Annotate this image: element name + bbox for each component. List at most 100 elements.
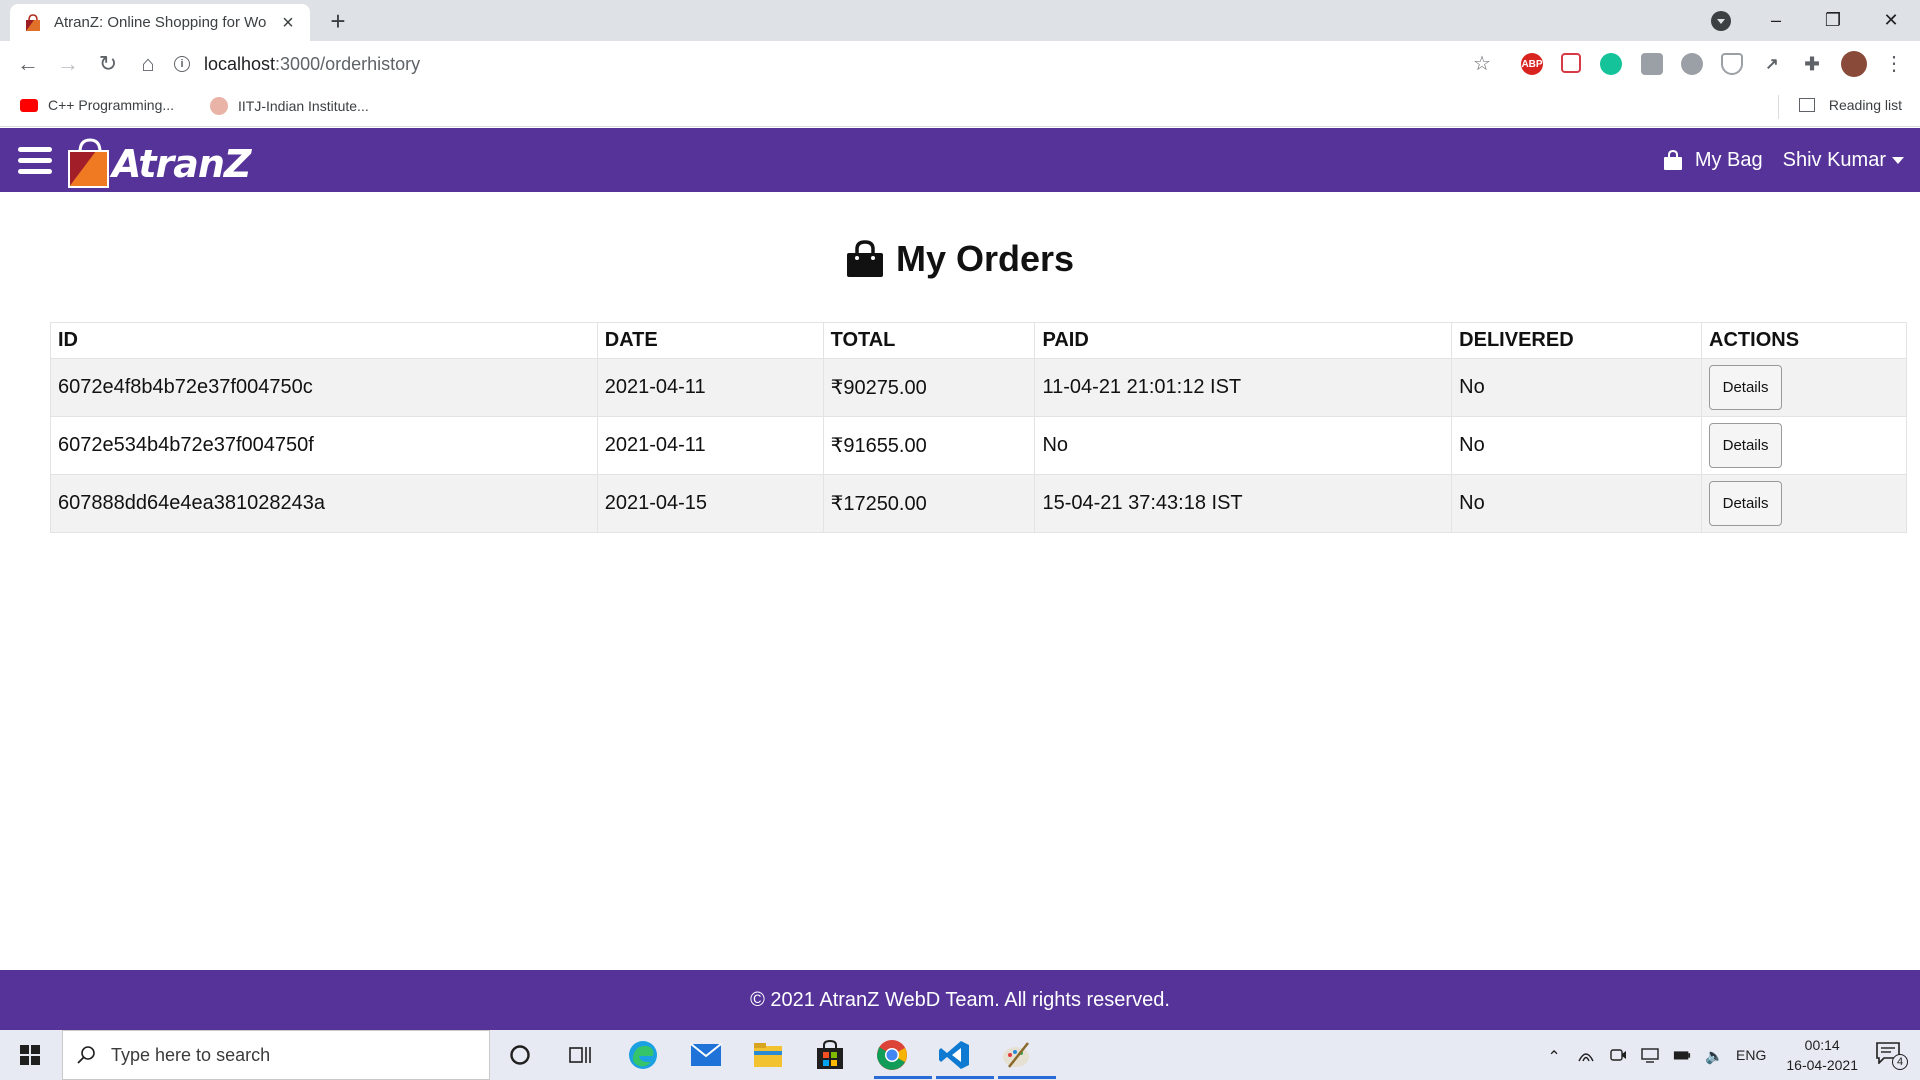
table-header-row: ID DATE TOTAL PAID DELIVERED ACTIONS bbox=[50, 322, 1907, 359]
mail-icon[interactable] bbox=[684, 1036, 728, 1074]
network-icon[interactable] bbox=[1577, 1047, 1595, 1063]
details-button[interactable]: Details bbox=[1709, 365, 1783, 410]
extension-photo-icon[interactable] bbox=[1641, 53, 1663, 75]
tab-title: AtranZ: Online Shopping for Wo bbox=[54, 14, 267, 31]
search-placeholder: Type here to search bbox=[111, 1044, 271, 1065]
iitj-logo-icon bbox=[210, 97, 228, 115]
browser-toolbar: ← → ↻ ⌂ i localhost:3000/orderhistory ☆ … bbox=[0, 41, 1920, 87]
reading-list-label: Reading list bbox=[1828, 97, 1902, 113]
edge-browser-icon[interactable] bbox=[621, 1036, 665, 1074]
extension-cloud-icon[interactable] bbox=[1681, 53, 1703, 75]
system-tray: ⌃ 🔈 ENG 00:14 16-04-2021 4 bbox=[1538, 1030, 1920, 1080]
table-row: 6072e4f8b4b72e37f004750c 2021-04-11 ₹902… bbox=[50, 358, 1907, 417]
bookmark-label: IITJ-Indian Institute... bbox=[238, 98, 369, 114]
home-icon[interactable]: ⌂ bbox=[134, 50, 162, 78]
cortana-icon[interactable] bbox=[498, 1036, 542, 1074]
tab-close-icon[interactable]: × bbox=[278, 13, 298, 33]
youtube-icon bbox=[20, 98, 38, 112]
pocket-icon[interactable] bbox=[1561, 53, 1581, 73]
atranz-favicon-icon bbox=[26, 13, 40, 31]
table-row: 6072e534b4b72e37f004750f 2021-04-11 ₹916… bbox=[50, 416, 1907, 475]
taskbar-search-box[interactable]: Type here to search bbox=[62, 1030, 490, 1080]
volume-icon[interactable]: 🔈 bbox=[1705, 1047, 1724, 1065]
browser-tab-strip: AtranZ: Online Shopping for Wo × + – ❐ ✕ bbox=[0, 0, 1920, 41]
column-header-paid: PAID bbox=[1034, 322, 1453, 359]
shopping-bag-heading-icon bbox=[846, 240, 883, 277]
url-text: localhost:3000/orderhistory bbox=[204, 54, 420, 75]
my-bag-label: My Bag bbox=[1694, 148, 1763, 171]
file-explorer-icon[interactable] bbox=[746, 1036, 790, 1074]
site-header: AtranZ My Bag Shiv Kumar bbox=[0, 128, 1920, 192]
adblock-plus-label: ABP bbox=[1521, 58, 1543, 70]
meet-now-icon[interactable] bbox=[1609, 1047, 1627, 1063]
order-paid: 11-04-21 21:01:12 IST bbox=[1034, 358, 1453, 417]
vscode-icon[interactable] bbox=[932, 1036, 994, 1079]
battery-icon[interactable] bbox=[1673, 1047, 1691, 1063]
language-indicator[interactable]: ENG bbox=[1736, 1047, 1766, 1063]
bookmarks-separator bbox=[1778, 95, 1779, 119]
grammarly-icon[interactable] bbox=[1600, 53, 1622, 75]
column-header-id: ID bbox=[50, 322, 598, 359]
site-info-icon[interactable]: i bbox=[174, 56, 190, 72]
page-heading: My Orders bbox=[0, 238, 1920, 280]
bookmarks-bar: C++ Programming... IITJ-Indian Institute… bbox=[0, 87, 1920, 127]
my-bag-link[interactable]: My Bag bbox=[1663, 149, 1763, 172]
address-bar[interactable]: i localhost:3000/orderhistory bbox=[174, 48, 1474, 80]
browser-menu-icon[interactable]: ⋮ bbox=[1880, 50, 1908, 78]
windows-start-icon[interactable] bbox=[8, 1040, 52, 1070]
show-hidden-icons-chevron-icon[interactable]: ⌃ bbox=[1545, 1047, 1563, 1066]
user-menu-dropdown[interactable]: Shiv Kumar bbox=[1783, 149, 1904, 172]
url-path: :3000/orderhistory bbox=[275, 53, 421, 74]
order-total: ₹17250.00 bbox=[822, 474, 1036, 533]
browser-tab-atranz[interactable]: AtranZ: Online Shopping for Wo × bbox=[10, 4, 310, 41]
forward-icon[interactable]: → bbox=[54, 50, 82, 78]
new-tab-icon[interactable]: + bbox=[324, 8, 352, 36]
url-host: localhost bbox=[204, 53, 276, 74]
details-button[interactable]: Details bbox=[1709, 481, 1783, 526]
restore-icon[interactable]: ❐ bbox=[1813, 6, 1853, 34]
shopping-bag-icon bbox=[1663, 150, 1682, 170]
extension-shield-icon[interactable] bbox=[1721, 53, 1743, 75]
display-icon[interactable] bbox=[1641, 1047, 1659, 1063]
microsoft-store-icon[interactable] bbox=[808, 1036, 852, 1074]
bookmark-star-icon[interactable]: ☆ bbox=[1468, 50, 1496, 78]
windows-taskbar: Type here to search ⌃ 🔈 ENG 00:14 16-04-… bbox=[0, 1030, 1920, 1080]
minimize-icon[interactable]: – bbox=[1756, 6, 1796, 34]
shopping-bag-logo-icon bbox=[68, 138, 109, 188]
adblock-plus-icon[interactable]: ABP bbox=[1521, 53, 1543, 75]
close-window-icon[interactable]: ✕ bbox=[1871, 6, 1911, 34]
clock-date: 16-04-2021 bbox=[1786, 1057, 1858, 1073]
order-actions: Details bbox=[1701, 474, 1907, 533]
clock-time: 00:14 bbox=[1804, 1037, 1840, 1053]
footer-copyright: © 2021 AtranZ WebD Team. All rights rese… bbox=[750, 988, 1170, 1011]
paint-app-icon[interactable] bbox=[994, 1036, 1056, 1079]
order-date: 2021-04-15 bbox=[596, 474, 824, 533]
notification-center-icon[interactable]: 4 bbox=[1876, 1042, 1908, 1070]
chrome-taskbar-icon[interactable] bbox=[870, 1036, 932, 1079]
search-icon bbox=[77, 1046, 95, 1064]
reload-icon[interactable]: ↻ bbox=[94, 50, 122, 78]
order-delivered: No bbox=[1451, 358, 1703, 417]
profile-avatar[interactable] bbox=[1841, 51, 1867, 77]
extensions-puzzle-icon[interactable]: ✚ bbox=[1801, 53, 1823, 75]
site-footer: © 2021 AtranZ WebD Team. All rights rese… bbox=[0, 970, 1920, 1030]
tab-search-icon[interactable] bbox=[1711, 11, 1731, 31]
bookmark-label: C++ Programming... bbox=[48, 97, 175, 113]
order-delivered: No bbox=[1451, 416, 1703, 475]
details-button[interactable]: Details bbox=[1709, 423, 1783, 468]
orders-table: ID DATE TOTAL PAID DELIVERED ACTIONS 607… bbox=[50, 322, 1907, 533]
column-header-delivered: DELIVERED bbox=[1451, 322, 1703, 359]
reading-list-button[interactable]: Reading list bbox=[1798, 97, 1902, 113]
hamburger-menu-icon[interactable] bbox=[18, 147, 52, 175]
extension-chart-icon[interactable]: ↗ bbox=[1761, 53, 1783, 75]
order-id: 6072e534b4b72e37f004750f bbox=[50, 416, 598, 475]
bookmark-cpp-programming[interactable]: C++ Programming... bbox=[20, 97, 174, 113]
task-view-icon[interactable] bbox=[558, 1036, 602, 1074]
order-total: ₹91655.00 bbox=[822, 416, 1036, 475]
bookmark-iitj[interactable]: IITJ-Indian Institute... bbox=[210, 97, 369, 115]
atranz-logo[interactable]: AtranZ bbox=[66, 132, 251, 188]
caret-down-icon bbox=[1892, 156, 1904, 164]
back-icon[interactable]: ← bbox=[14, 50, 42, 78]
order-total: ₹90275.00 bbox=[822, 358, 1036, 417]
taskbar-clock[interactable]: 00:14 16-04-2021 bbox=[1786, 1035, 1858, 1075]
